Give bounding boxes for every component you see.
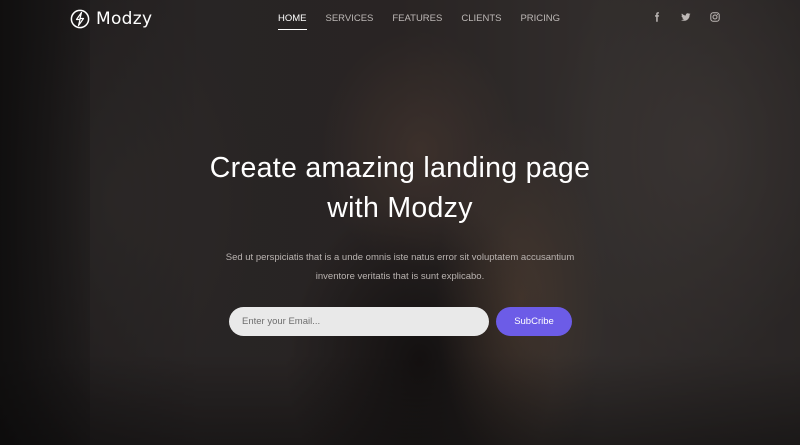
nav-item-clients[interactable]: CLIENTS [461,13,501,30]
facebook-icon[interactable] [652,12,662,22]
hero-subtitle-line-1: Sed ut perspiciatis that is a unde omnis… [225,252,575,263]
twitter-icon[interactable] [681,12,691,22]
main-nav: HOME SERVICES FEATURES CLIENTS PRICING [278,13,579,30]
nav-item-features[interactable]: FEATURES [392,13,442,30]
hero-title-line-2: with Modzy [327,192,473,224]
subscribe-button[interactable]: SubCribe [496,307,572,336]
instagram-icon[interactable] [710,12,720,22]
hero-subtitle-line-2: inventore veritatis that is sunt explica… [315,271,485,282]
hero-title-line-1: Create amazing landing page [209,152,591,184]
navbar: Modzy HOME SERVICES FEATURES CLIENTS PRI… [0,0,800,40]
social-links [652,12,720,22]
hero-subtitle: Sed ut perspiciatis that is a unde omnis… [0,248,800,286]
modzy-logo-icon [70,9,90,29]
nav-item-home[interactable]: HOME [278,13,307,30]
hero-title: Create amazing landing page with Modzy [0,148,800,228]
brand-logo-link[interactable]: Modzy [70,9,152,29]
nav-item-services[interactable]: SERVICES [326,13,374,30]
nav-item-pricing[interactable]: PRICING [520,13,560,30]
brand-name: Modzy [96,9,153,29]
email-input[interactable] [229,307,489,336]
subscribe-form: SubCribe [229,307,572,336]
hero-section: Create amazing landing page with Modzy S… [0,148,800,286]
